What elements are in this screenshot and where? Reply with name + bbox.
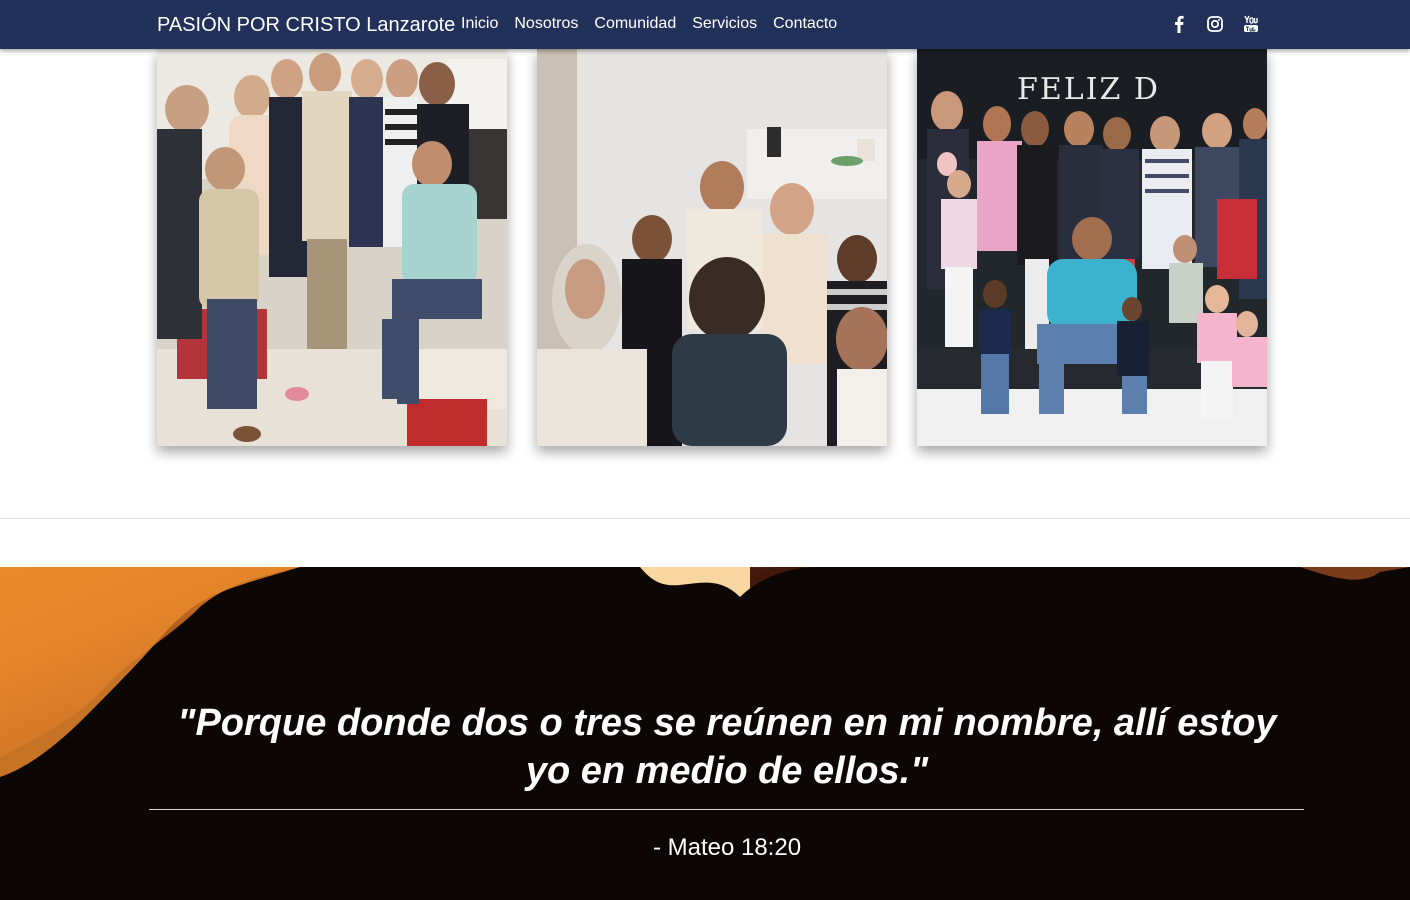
gallery-photo-2[interactable] xyxy=(537,49,887,446)
banner-text: FELIZ D xyxy=(1017,72,1160,107)
nav-link-inicio[interactable]: Inicio xyxy=(453,14,506,34)
facebook-icon[interactable] xyxy=(1168,13,1190,35)
social-links xyxy=(1168,13,1262,35)
section-divider xyxy=(0,518,1410,519)
photo-gallery: FELIZ D xyxy=(157,49,1267,446)
nav-link-comunidad[interactable]: Comunidad xyxy=(586,14,684,34)
nav-link-servicios[interactable]: Servicios xyxy=(684,14,765,34)
main-nav: Inicio Nosotros Comunidad Servicios Cont… xyxy=(453,14,845,34)
scripture-reference: - Mateo 18:20 xyxy=(652,834,802,861)
youtube-icon[interactable] xyxy=(1240,13,1262,35)
gallery-photo-1[interactable] xyxy=(157,49,507,446)
nav-link-nosotros[interactable]: Nosotros xyxy=(506,14,586,34)
quote-section: "Porque donde dos o tres se reúnen en mi… xyxy=(0,567,1410,900)
scripture-quote: "Porque donde dos o tres se reúnen en mi… xyxy=(177,702,1277,792)
nav-link-contacto[interactable]: Contacto xyxy=(765,14,845,34)
brand-link[interactable]: PASIÓN POR CRISTO Lanzarote xyxy=(157,13,455,37)
quote-divider xyxy=(149,809,1304,810)
navbar: PASIÓN POR CRISTO Lanzarote Inicio Nosot… xyxy=(0,0,1410,49)
gallery-photo-3[interactable]: FELIZ D xyxy=(917,49,1267,446)
instagram-icon[interactable] xyxy=(1204,13,1226,35)
